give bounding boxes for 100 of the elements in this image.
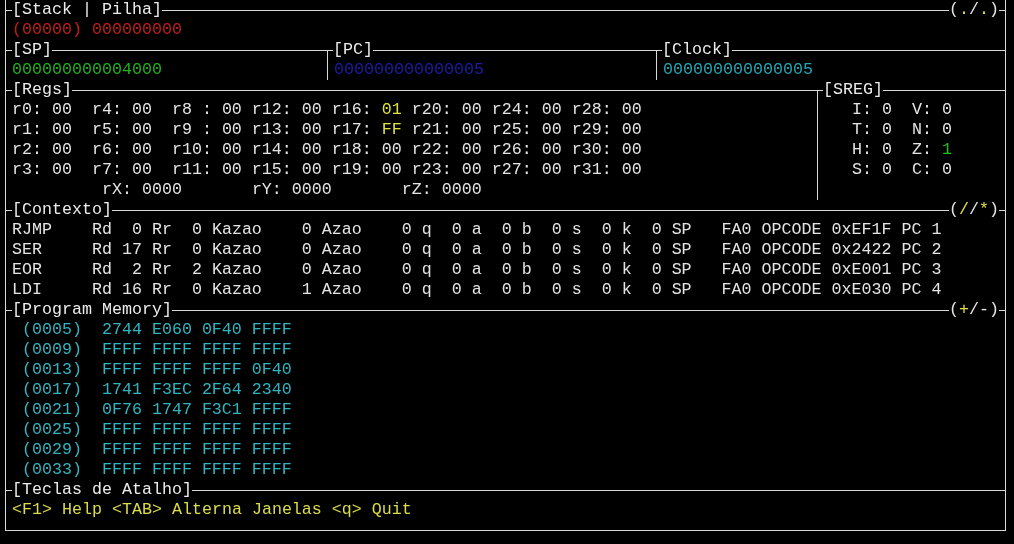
register-name: r18:: [331, 140, 372, 160]
field-label: Kazao: [211, 280, 262, 300]
field-label: Kazao: [211, 220, 262, 240]
field-label: q: [421, 260, 432, 280]
memory-word: 1741: [101, 380, 142, 400]
memory-word: FFFF: [201, 360, 242, 380]
register-value: 00: [621, 160, 642, 180]
field-value: 0x2422: [831, 240, 892, 260]
instruction-mnemonic: LDI: [12, 280, 43, 300]
field-label: q: [421, 280, 432, 300]
register-value: 00: [461, 100, 482, 120]
flag-value: 0: [941, 100, 952, 120]
register-name: r26:: [491, 140, 532, 160]
field-value: 0: [191, 240, 202, 260]
field-label: Rr: [151, 260, 172, 280]
register-value: 00: [52, 140, 72, 160]
register-value: 01: [381, 100, 402, 120]
register-name: r27:: [491, 160, 532, 180]
register-name: r23:: [411, 160, 452, 180]
field-label: b: [521, 280, 532, 300]
flag-name: V:: [911, 100, 932, 120]
register-name: r15:: [251, 160, 292, 180]
memory-address: (0029): [22, 440, 83, 460]
memory-word: 0F40: [201, 320, 242, 340]
flag-value: 0: [941, 120, 952, 140]
field-value: 4: [931, 280, 942, 300]
memory-word: FFFF: [251, 440, 292, 460]
memory-word: 0F76: [101, 400, 142, 420]
field-value: 0: [401, 280, 412, 300]
memory-word: FFFF: [151, 340, 192, 360]
field-value: 0xE001: [831, 260, 892, 280]
register-name: r4:: [91, 100, 122, 120]
flag-name: C:: [911, 160, 932, 180]
field-value: 0: [501, 280, 512, 300]
memory-word: FFFF: [251, 320, 292, 340]
field-value: 0: [601, 260, 612, 280]
field-label: Azao: [321, 280, 362, 300]
register-name: r8 :: [171, 100, 212, 120]
field-value: 0: [401, 260, 412, 280]
pointer-value: 0000: [141, 180, 182, 200]
flag-value: 0: [941, 160, 952, 180]
memory-word: FFFF: [251, 340, 292, 360]
memory-word: 2340: [251, 380, 292, 400]
register-value: 00: [52, 160, 72, 180]
field-value: 0: [401, 240, 412, 260]
field-label: Rr: [151, 220, 172, 240]
register-value: 00: [301, 120, 322, 140]
register-value: 00: [461, 160, 482, 180]
field-value: 0: [551, 280, 562, 300]
field-label: FA0: [721, 240, 752, 260]
memory-word: 2F64: [201, 380, 242, 400]
memory-word: FFFF: [101, 420, 142, 440]
field-label: a: [471, 260, 482, 280]
register-value: 00: [381, 140, 402, 160]
field-label: k: [621, 280, 632, 300]
register-value: 00: [221, 120, 242, 140]
register-value: 00: [131, 120, 152, 140]
memory-word: FFFF: [201, 460, 242, 480]
field-label: PC: [901, 220, 922, 240]
pane-marker: (./.): [949, 0, 999, 20]
register-value: 00: [541, 100, 562, 120]
field-value: 16: [121, 280, 142, 300]
field-label: Azao: [321, 220, 362, 240]
field-value: 0: [131, 220, 142, 240]
memory-word: 2744: [101, 320, 142, 340]
field-label: FA0: [721, 280, 752, 300]
field-label: b: [521, 220, 532, 240]
field-value: 0: [551, 220, 562, 240]
field-value: 0: [451, 260, 462, 280]
memory-word: FFFF: [201, 340, 242, 360]
field-value: 0: [651, 280, 662, 300]
register-value: 00: [541, 160, 562, 180]
field-value: 0: [301, 260, 312, 280]
instruction-mnemonic: RJMP: [12, 220, 53, 240]
flag-name: N:: [911, 120, 932, 140]
memory-word: FFFF: [151, 360, 192, 380]
flag-value: 0: [882, 100, 892, 120]
register-name: r22:: [411, 140, 452, 160]
memory-word: 1747: [151, 400, 192, 420]
memory-word: E060: [151, 320, 192, 340]
flag-value: 1: [941, 140, 952, 160]
field-label: Rd: [91, 280, 112, 300]
field-value: 1: [301, 280, 312, 300]
pane-title: [Regs]: [12, 80, 72, 100]
field-value: 0: [601, 220, 612, 240]
register-value: 00: [221, 160, 242, 180]
field-value: 0: [451, 240, 462, 260]
field-label: OPCODE: [761, 220, 822, 240]
register-name: r29:: [571, 120, 612, 140]
field-label: OPCODE: [761, 240, 822, 260]
memory-word: FFFF: [101, 340, 142, 360]
field-value: 0: [451, 280, 462, 300]
flag-value: 0: [882, 160, 892, 180]
field-value: 2: [191, 260, 202, 280]
field-label: OPCODE: [761, 280, 822, 300]
field-label: Rd: [91, 260, 112, 280]
field-label: FA0: [721, 260, 752, 280]
stack-value: 000000000: [91, 20, 182, 40]
field-label: PC: [901, 260, 922, 280]
register-value: 00: [221, 140, 242, 160]
